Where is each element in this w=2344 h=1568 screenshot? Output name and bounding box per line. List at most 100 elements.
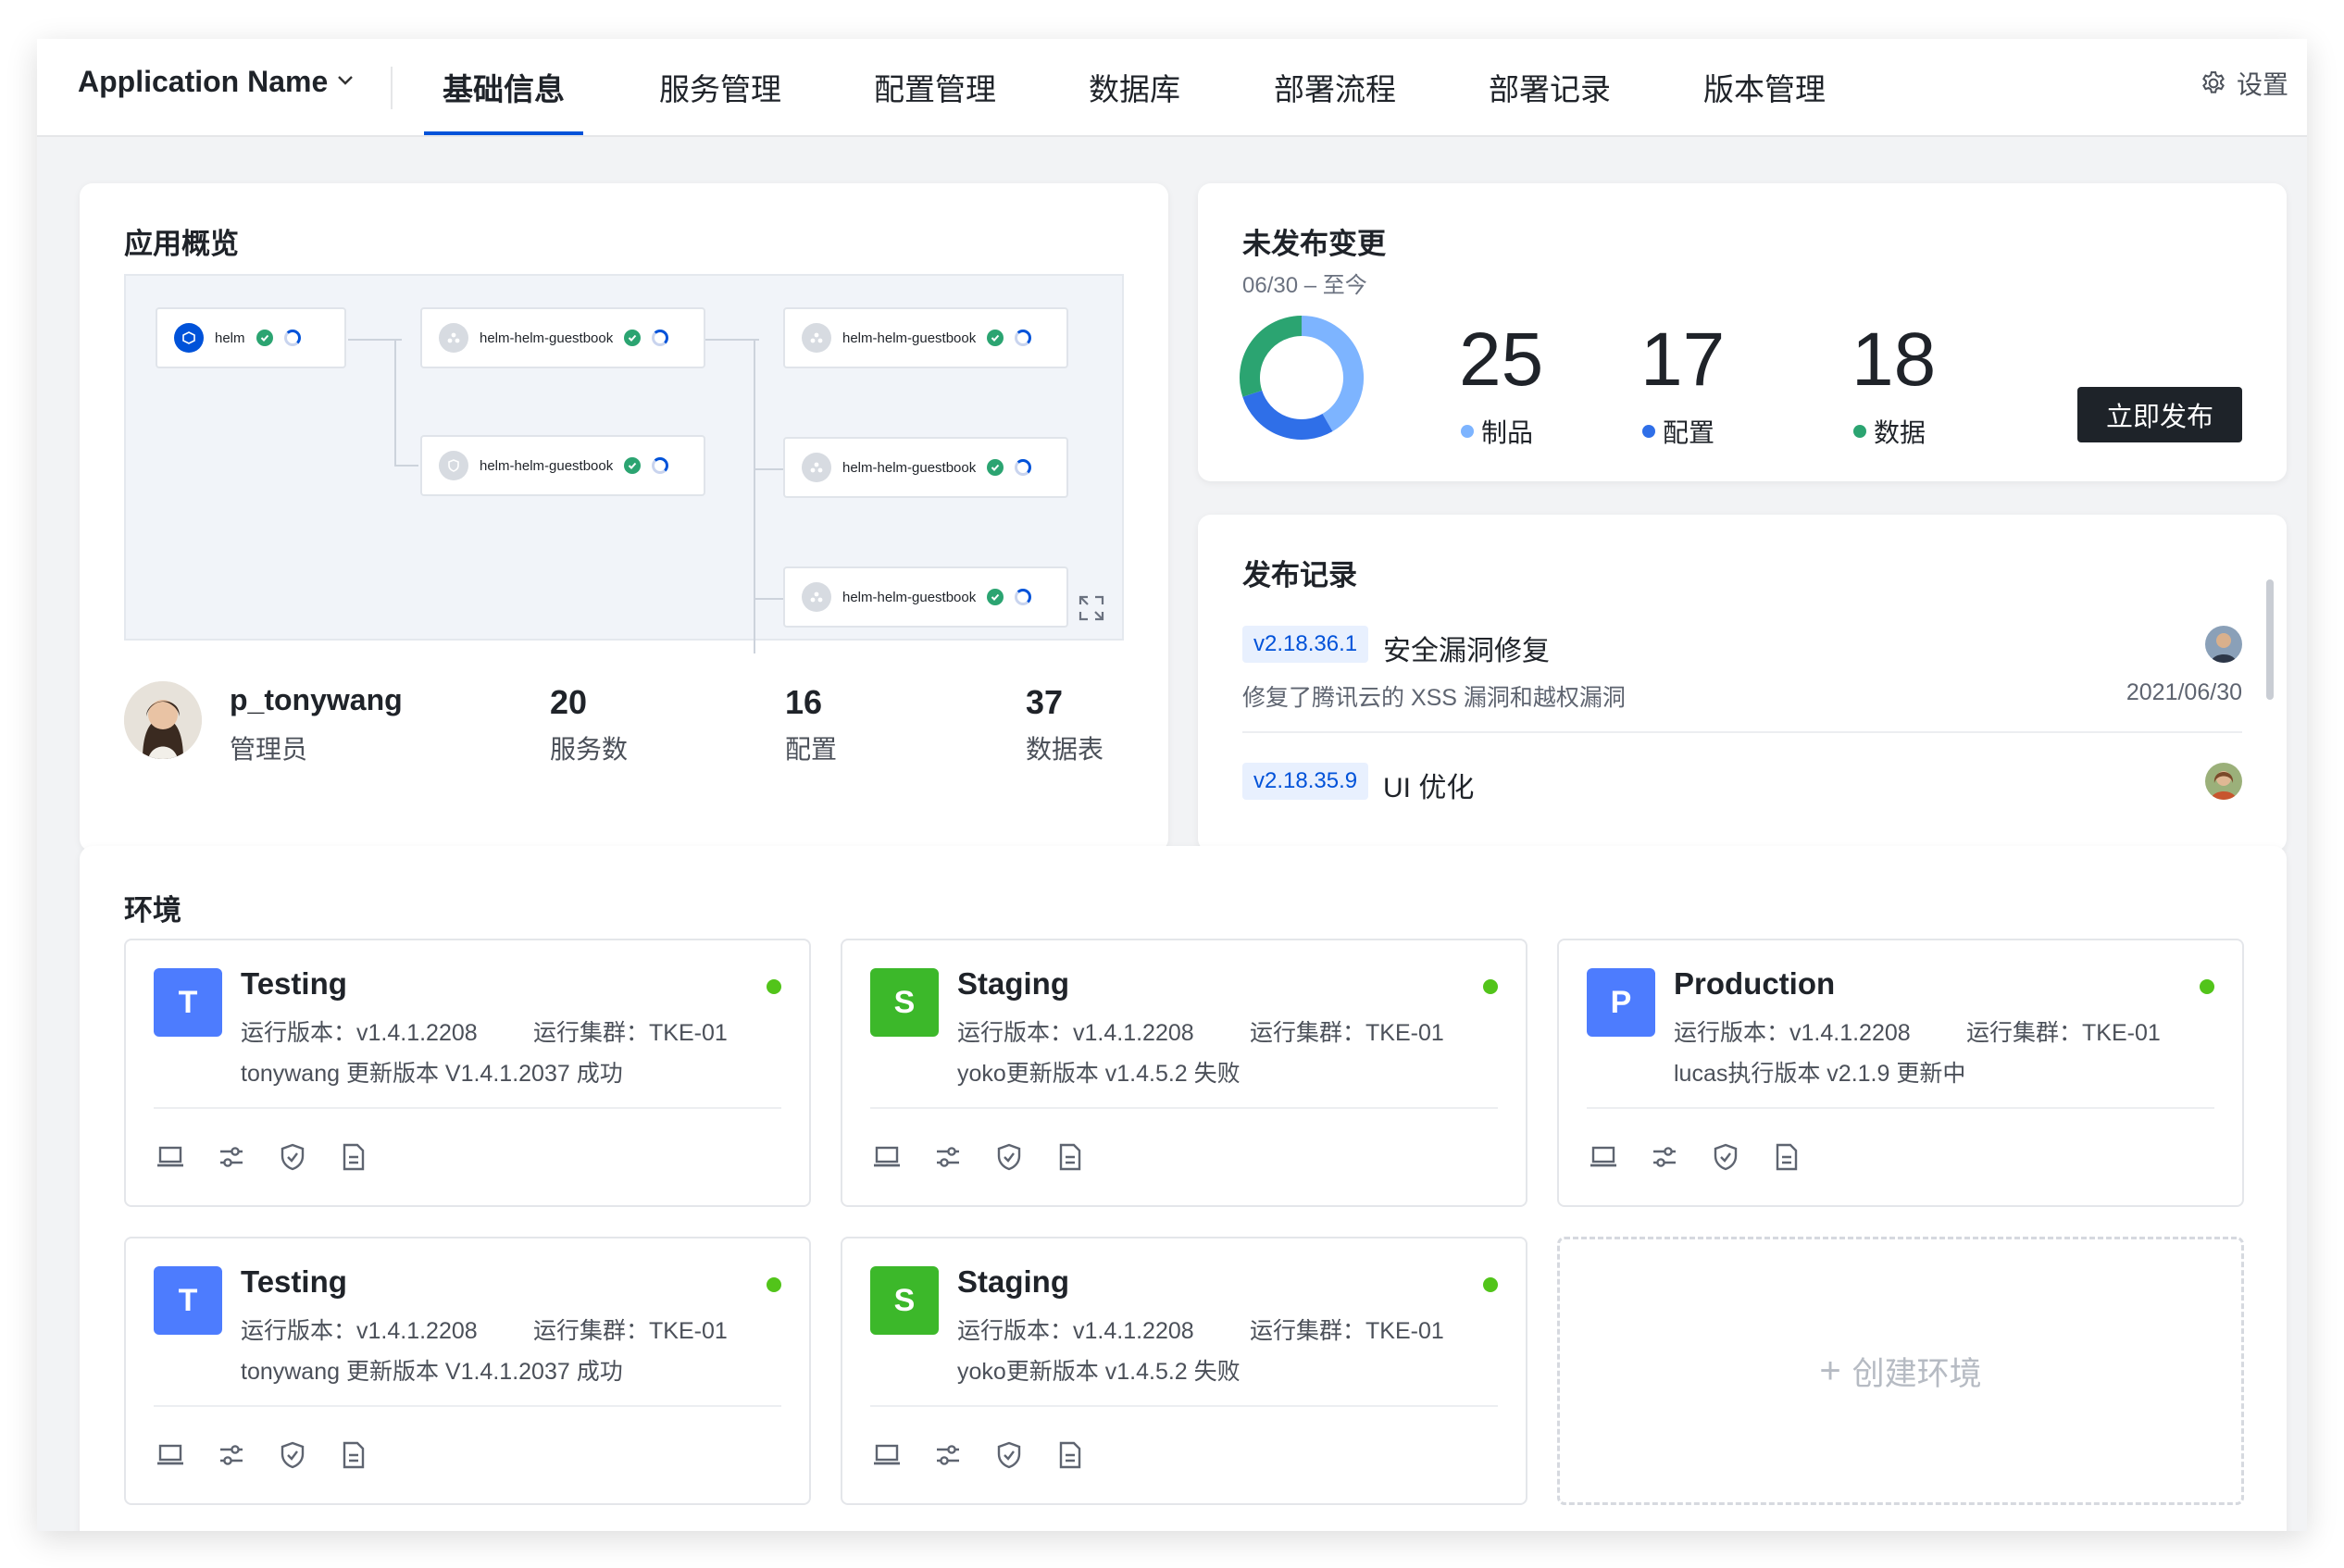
- tab-version-management[interactable]: 版本管理: [1703, 65, 1826, 109]
- release-title[interactable]: UI 优化: [1383, 765, 1474, 805]
- node-guestbook[interactable]: helm-helm-guestbook: [420, 435, 705, 496]
- loading-icon: [1015, 459, 1032, 476]
- node-guestbook[interactable]: helm-helm-guestbook: [783, 307, 1068, 368]
- monitor-icon[interactable]: [1587, 1140, 1620, 1174]
- divider: [1587, 1107, 2214, 1109]
- sliders-icon[interactable]: [1648, 1140, 1681, 1174]
- settings-label: 设置: [2236, 70, 2288, 99]
- divider: [1242, 731, 2242, 733]
- env-card-production[interactable]: P Production 运行版本：v1.4.1.2208 运行集群：TKE-0…: [1557, 939, 2244, 1207]
- create-environment-button[interactable]: + 创建环境: [1557, 1237, 2244, 1505]
- node-label: helm-helm-guestbook: [842, 459, 977, 476]
- env-version: 运行版本：v1.4.1.2208: [241, 1318, 478, 1344]
- overview-card: 应用概览 helm helm-helm-guestbook helm-helm-…: [80, 183, 1168, 852]
- app-window: Application Name 基础信息 服务管理 配置管理 数据库 部署流程…: [37, 39, 2307, 1531]
- env-name: Staging: [957, 966, 1069, 1001]
- tab-deploy-pipeline[interactable]: 部署流程: [1274, 65, 1396, 109]
- plus-icon: +: [1819, 1350, 1841, 1391]
- connector: [754, 468, 785, 470]
- check-circle-icon: [624, 457, 642, 474]
- version-tag[interactable]: v2.18.36.1: [1242, 626, 1369, 663]
- loading-icon: [652, 330, 669, 346]
- tab-service-management[interactable]: 服务管理: [659, 65, 781, 109]
- env-badge: S: [870, 1266, 939, 1335]
- donut-segment: [1240, 316, 1303, 397]
- divider: [870, 1405, 1498, 1407]
- avatar: [2205, 626, 2242, 663]
- tab-database[interactable]: 数据库: [1089, 65, 1180, 109]
- env-card-staging[interactable]: S Staging 运行版本：v1.4.1.2208 运行集群：TKE-01 y…: [841, 939, 1527, 1207]
- sliders-icon[interactable]: [931, 1140, 965, 1174]
- donut-chart: [1240, 316, 1364, 440]
- legend-config: 配置: [1642, 413, 1714, 450]
- node-helm[interactable]: helm: [156, 307, 346, 368]
- service-icon: [802, 582, 831, 612]
- shield-check-icon[interactable]: [992, 1140, 1026, 1174]
- node-guestbook[interactable]: helm-helm-guestbook: [783, 437, 1068, 498]
- avatar: [124, 681, 202, 759]
- document-icon[interactable]: [1770, 1140, 1803, 1174]
- env-card-testing[interactable]: T Testing 运行版本：v1.4.1.2208 运行集群：TKE-01 t…: [124, 939, 811, 1207]
- cube-icon: [174, 323, 204, 353]
- shield-check-icon[interactable]: [276, 1438, 309, 1472]
- env-version: 运行版本：v1.4.1.2208: [957, 1020, 1194, 1046]
- tab-config-management[interactable]: 配置管理: [874, 65, 996, 109]
- tab-deploy-records[interactable]: 部署记录: [1489, 65, 1611, 109]
- env-actions: [154, 1140, 370, 1174]
- monitor-icon[interactable]: [154, 1438, 187, 1472]
- env-badge: T: [154, 1266, 222, 1335]
- service-icon: [802, 323, 831, 353]
- publish-now-button[interactable]: 立即发布: [2077, 387, 2242, 442]
- monitor-icon[interactable]: [870, 1438, 904, 1472]
- table-count-label: 数据表: [1026, 735, 1104, 764]
- loading-icon: [283, 330, 301, 346]
- service-icon: [439, 323, 468, 353]
- release-title[interactable]: 安全漏洞修复: [1383, 628, 1550, 668]
- document-icon[interactable]: [337, 1438, 370, 1472]
- document-icon[interactable]: [337, 1140, 370, 1174]
- check-circle-icon: [256, 330, 273, 346]
- node-guestbook[interactable]: helm-helm-guestbook: [783, 566, 1068, 628]
- app-name-dropdown[interactable]: Application Name: [78, 65, 354, 99]
- fullscreen-icon[interactable]: [1078, 594, 1105, 622]
- env-cluster: 运行集群：TKE-01: [533, 1020, 728, 1046]
- release-description: 修复了腾讯云的 XSS 漏洞和越权漏洞: [1242, 685, 1626, 711]
- connector: [705, 339, 759, 341]
- env-update: yoko更新版本 v1.4.5.2 失败: [957, 1061, 1241, 1087]
- env-name: Production: [1674, 966, 1836, 1001]
- version-tag[interactable]: v2.18.35.9: [1242, 763, 1369, 800]
- monitor-icon[interactable]: [154, 1140, 187, 1174]
- unpublished-changes-card: 未发布变更 06/30 – 至今 25 制品 17 配置 18 数据 立即发布: [1198, 183, 2287, 481]
- user-role: 管理员: [230, 735, 308, 764]
- node-guestbook[interactable]: helm-helm-guestbook: [420, 307, 705, 368]
- env-card-testing[interactable]: T Testing 运行版本：v1.4.1.2208 运行集群：TKE-01 t…: [124, 1237, 811, 1505]
- settings-button[interactable]: 设置: [2200, 65, 2288, 102]
- shield-check-icon[interactable]: [992, 1438, 1026, 1472]
- shield-check-icon[interactable]: [1709, 1140, 1742, 1174]
- sliders-icon[interactable]: [215, 1438, 248, 1472]
- topology-diagram[interactable]: helm helm-helm-guestbook helm-helm-guest…: [124, 274, 1124, 653]
- document-icon[interactable]: [1054, 1438, 1087, 1472]
- monitor-icon[interactable]: [870, 1140, 904, 1174]
- check-circle-icon: [987, 589, 1004, 605]
- legend-label: 制品: [1481, 418, 1534, 447]
- avatar: [2205, 763, 2242, 800]
- divider: [154, 1107, 781, 1109]
- service-count-label: 服务数: [550, 735, 629, 764]
- service-count: 20: [550, 683, 588, 721]
- legend-dot: [1642, 425, 1655, 438]
- data-change-count: 18: [1852, 317, 1937, 402]
- sliders-icon[interactable]: [931, 1438, 965, 1472]
- env-actions: [154, 1438, 370, 1472]
- env-card-staging[interactable]: S Staging 运行版本：v1.4.1.2208 运行集群：TKE-01 y…: [841, 1237, 1527, 1505]
- document-icon[interactable]: [1054, 1140, 1087, 1174]
- tab-basic-info[interactable]: 基础信息: [443, 65, 565, 109]
- legend-dot: [1853, 425, 1866, 438]
- sliders-icon[interactable]: [215, 1140, 248, 1174]
- env-cluster: 运行集群：TKE-01: [1250, 1020, 1444, 1046]
- status-dot: [1483, 979, 1498, 994]
- shield-check-icon[interactable]: [276, 1140, 309, 1174]
- check-circle-icon: [987, 459, 1004, 476]
- release-records-title: 发布记录: [1242, 559, 1357, 591]
- scrollbar[interactable]: [2266, 579, 2274, 700]
